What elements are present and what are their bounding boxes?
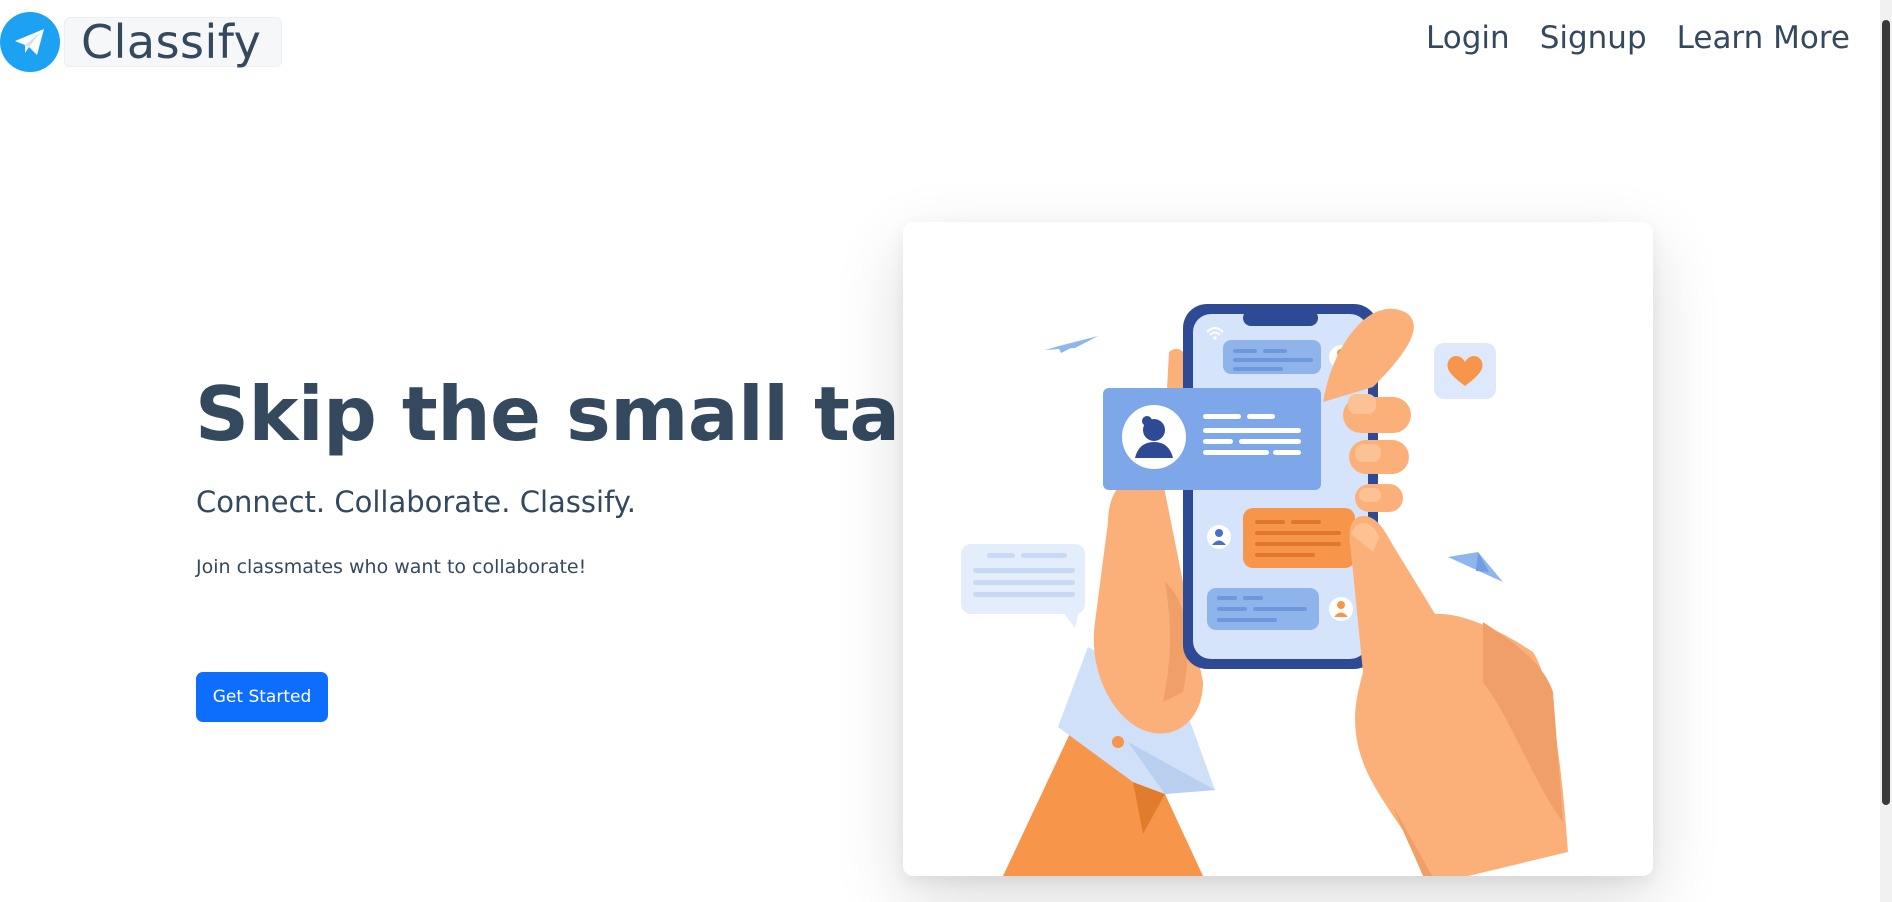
hand-holding-phone-illustration (961, 304, 1568, 876)
nav-links: Login Signup Learn More (1426, 20, 1850, 56)
heart-icon (1434, 343, 1496, 399)
profile-card-icon (1103, 388, 1321, 490)
get-started-button[interactable]: Get Started (196, 672, 328, 722)
brand-name-box: Classify (64, 15, 283, 69)
hero-text: Join classmates who want to collaborate! (196, 556, 587, 578)
speech-bubble-icon (961, 544, 1085, 628)
learn-more-link[interactable]: Learn More (1677, 20, 1850, 56)
scrollbar-thumb[interactable] (1882, 20, 1890, 805)
navbar: Classify Login Signup Learn More (0, 0, 1880, 86)
hero-illustration-card (903, 222, 1653, 876)
login-link[interactable]: Login (1426, 20, 1510, 56)
paper-plane-icon (1448, 552, 1503, 582)
brand-link[interactable]: Classify (0, 12, 283, 72)
signup-link[interactable]: Signup (1540, 20, 1647, 56)
paper-plane-icon (1045, 336, 1098, 353)
paper-plane-icon (0, 12, 60, 72)
brand-name: Classify (81, 15, 262, 69)
hero-title: Skip the small talk (195, 370, 975, 458)
hero-subtitle: Connect. Collaborate. Classify. (196, 485, 637, 519)
